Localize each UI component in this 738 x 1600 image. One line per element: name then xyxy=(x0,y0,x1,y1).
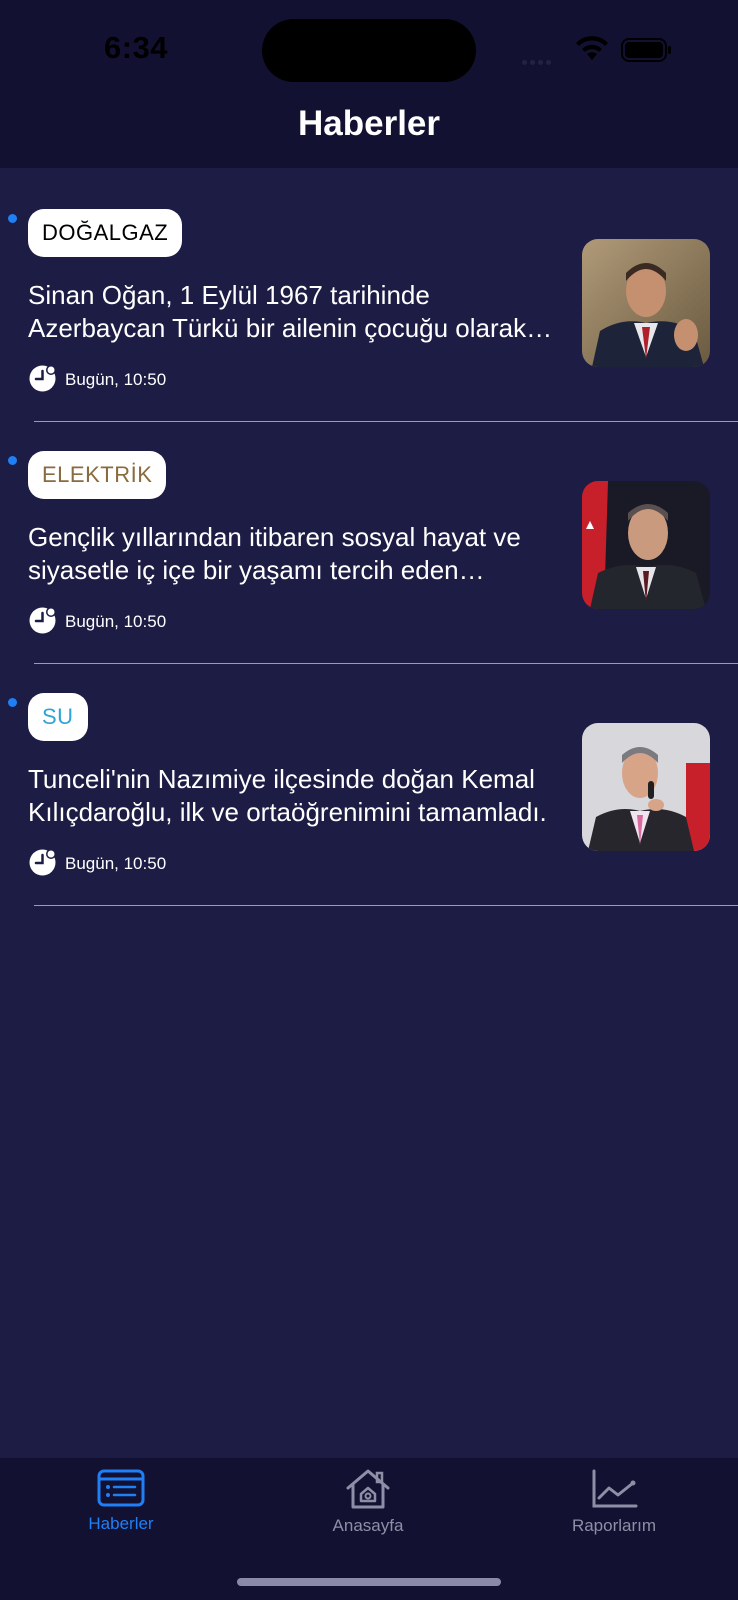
news-thumbnail xyxy=(582,239,710,367)
status-time: 6:34 xyxy=(104,30,169,65)
unread-dot xyxy=(8,698,17,707)
battery-icon xyxy=(621,38,671,62)
tab-bar: Haberler Anasayfa Raporlarım xyxy=(0,1458,738,1600)
divider xyxy=(34,421,738,422)
wifi-icon xyxy=(576,36,608,60)
clock-icon xyxy=(29,849,56,876)
unread-dot xyxy=(8,456,17,465)
tab-anasayfa[interactable]: Anasayfa xyxy=(268,1468,468,1558)
category-tag: SU xyxy=(28,693,88,741)
divider xyxy=(34,663,738,664)
dynamic-island xyxy=(262,19,476,82)
clock-icon xyxy=(29,607,56,634)
cellular-signal-icon xyxy=(522,52,554,70)
unread-dot xyxy=(8,214,17,223)
news-item[interactable]: ELEKTRİK Gençlik yıllarından itibaren so… xyxy=(0,451,738,693)
news-headline: Tunceli'nin Nazımiye ilçesinde doğan Kem… xyxy=(28,764,547,827)
news-thumbnail xyxy=(582,481,710,609)
chart-icon xyxy=(592,1469,638,1508)
category-tag: DOĞALGAZ xyxy=(28,209,183,257)
category-tag: ELEKTRİK xyxy=(28,451,167,499)
news-time: Bugün, 10:50 xyxy=(65,370,167,389)
clock-icon xyxy=(29,365,56,392)
header: 6:34 Haberler xyxy=(0,0,738,168)
news-time: Bugün, 10:50 xyxy=(65,854,167,873)
divider xyxy=(34,905,738,906)
news-item[interactable]: SU Tunceli'nin Nazımiye ilçesinde doğan … xyxy=(0,693,738,935)
news-headline: Gençlik yıllarından itibaren sosyal haya… xyxy=(28,522,521,585)
news-thumbnail xyxy=(582,723,710,851)
home-icon xyxy=(346,1469,390,1509)
news-headline: Sinan Oğan, 1 Eylül 1967 tarihinde Azerb… xyxy=(28,280,527,343)
tab-raporlarim[interactable]: Raporlarım xyxy=(514,1468,714,1558)
tab-haberler[interactable]: Haberler xyxy=(21,1468,221,1558)
home-indicator[interactable] xyxy=(237,1578,501,1586)
page-title: Haberler xyxy=(297,104,441,143)
news-item[interactable]: DOĞALGAZ Sinan Oğan, 1 Eylül 1967 tarihi… xyxy=(0,209,738,451)
tab-label: Haberler xyxy=(88,1514,154,1533)
news-list-icon xyxy=(97,1469,145,1507)
news-time: Bugün, 10:50 xyxy=(65,612,167,631)
tab-label: Anasayfa xyxy=(332,1516,404,1535)
tab-label: Raporlarım xyxy=(571,1516,657,1535)
